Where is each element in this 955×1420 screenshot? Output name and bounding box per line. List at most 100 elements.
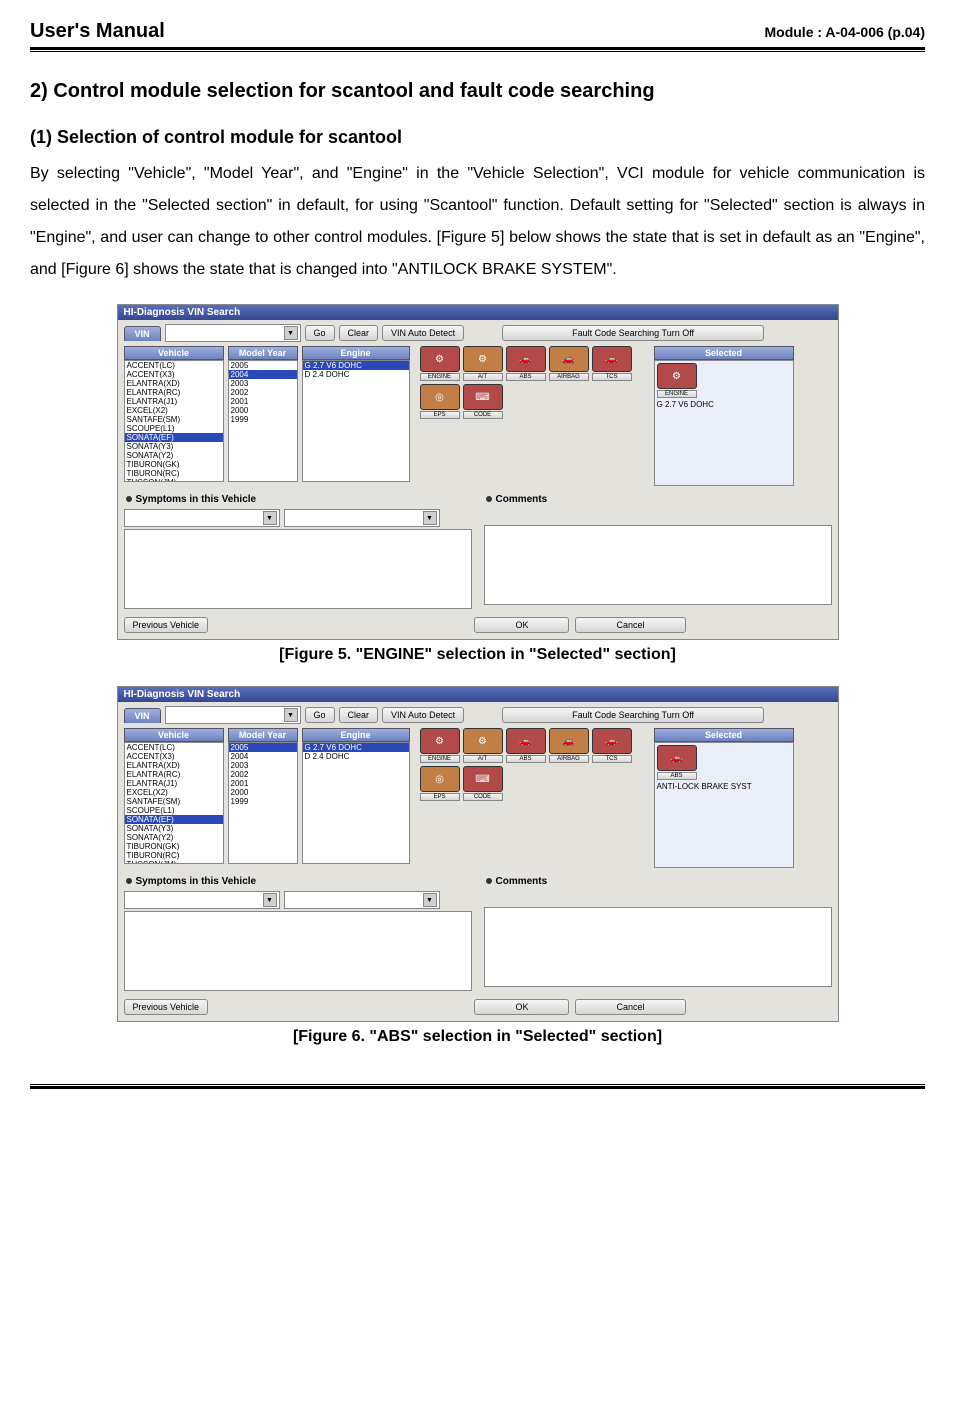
clear-button[interactable]: Clear [339,707,379,723]
list-item[interactable]: G 2.7 V6 DOHC [303,743,409,752]
vin-combo[interactable]: ▼ [165,706,301,724]
module-icon-at[interactable]: ⚙A/T [463,728,503,763]
list-item[interactable]: TIBURON(RC) [125,469,223,478]
list-item[interactable]: ACCENT(LC) [125,361,223,370]
cancel-button[interactable]: Cancel [575,999,685,1015]
abs-icon: 🚗 [506,728,546,754]
list-item[interactable]: EXCEL(X2) [125,788,223,797]
header-rule [30,47,925,52]
symptoms-combo-2[interactable]: ▼ [284,891,440,909]
go-button[interactable]: Go [305,325,335,341]
module-icon-grid: ⚙ENGINE⚙A/T🚗ABS🚗AIRBAG🚗TCS ◎EPS⌨CODE [414,346,650,419]
module-icon-abs[interactable]: 🚗ABS [506,346,546,381]
module-icon-eps[interactable]: ◎EPS [420,384,460,419]
comments-textarea[interactable] [484,907,832,987]
list-item[interactable]: EXCEL(X2) [125,406,223,415]
vin-combo[interactable]: ▼ [165,324,301,342]
year-listbox[interactable]: 2005200420032002200120001999 [228,742,298,864]
list-item[interactable]: 2000 [229,406,297,415]
list-item[interactable]: TUCSON(JM) [125,478,223,482]
module-icon-eps[interactable]: ◎EPS [420,766,460,801]
module-icon-tcs[interactable]: 🚗TCS [592,728,632,763]
fault-code-banner-button[interactable]: Fault Code Searching Turn Off [502,707,764,723]
list-item[interactable]: 2001 [229,397,297,406]
symptoms-combo-2[interactable]: ▼ [284,509,440,527]
list-item[interactable]: 2003 [229,379,297,388]
list-item[interactable]: 2002 [229,770,297,779]
list-item[interactable]: TIBURON(GK) [125,842,223,851]
vin-tab[interactable]: VIN [124,326,161,341]
module-icon-code[interactable]: ⌨CODE [463,766,503,801]
list-item[interactable]: TIBURON(RC) [125,851,223,860]
list-item[interactable]: SANTAFE(SM) [125,415,223,424]
list-item[interactable]: 2005 [229,743,297,752]
at-icon: ⚙ [463,346,503,372]
list-item[interactable]: SONATA(Y3) [125,824,223,833]
list-item[interactable]: 1999 [229,415,297,424]
list-item[interactable]: 2000 [229,788,297,797]
list-item[interactable]: 2003 [229,761,297,770]
list-item[interactable]: ELANTRA(J1) [125,779,223,788]
module-icon-engine[interactable]: ⚙ENGINE [420,728,460,763]
engine-listbox[interactable]: G 2.7 V6 DOHCD 2.4 DOHC [302,742,410,864]
list-item[interactable]: 2002 [229,388,297,397]
list-item[interactable]: 1999 [229,797,297,806]
at-icon: ⚙ [463,728,503,754]
list-item[interactable]: D 2.4 DOHC [303,752,409,761]
list-item[interactable]: ACCENT(LC) [125,743,223,752]
list-item[interactable]: SANTAFE(SM) [125,797,223,806]
vin-tab[interactable]: VIN [124,708,161,723]
list-item[interactable]: SCOUPE(L1) [125,806,223,815]
list-item[interactable]: 2004 [229,752,297,761]
symptoms-combo-1[interactable]: ▼ [124,891,280,909]
list-item[interactable]: D 2.4 DOHC [303,370,409,379]
list-item[interactable]: ACCENT(X3) [125,370,223,379]
list-item[interactable]: ELANTRA(RC) [125,388,223,397]
year-listbox[interactable]: 2005200420032002200120001999 [228,360,298,482]
vehicle-listbox[interactable]: ACCENT(LC)ACCENT(X3)ELANTRA(XD)ELANTRA(R… [124,742,224,864]
module-icon-code[interactable]: ⌨CODE [463,384,503,419]
list-item[interactable]: ELANTRA(XD) [125,761,223,770]
list-item[interactable]: SONATA(Y3) [125,442,223,451]
vin-auto-detect-button[interactable]: VIN Auto Detect [382,325,464,341]
symptoms-textarea[interactable] [124,911,472,991]
vin-auto-detect-button[interactable]: VIN Auto Detect [382,707,464,723]
engine-listbox[interactable]: G 2.7 V6 DOHCD 2.4 DOHC [302,360,410,482]
previous-vehicle-button[interactable]: Previous Vehicle [124,617,209,633]
list-item[interactable]: TUCSON(JM) [125,860,223,864]
list-item[interactable]: ELANTRA(XD) [125,379,223,388]
symptoms-textarea[interactable] [124,529,472,609]
module-icon-tcs[interactable]: 🚗TCS [592,346,632,381]
ok-button[interactable]: OK [474,617,569,633]
list-item[interactable]: 2001 [229,779,297,788]
list-item[interactable]: SONATA(EF) [125,433,223,442]
list-item[interactable]: ELANTRA(J1) [125,397,223,406]
list-item[interactable]: SONATA(Y2) [125,451,223,460]
clear-button[interactable]: Clear [339,325,379,341]
list-item[interactable]: 2004 [229,370,297,379]
list-item[interactable]: TIBURON(GK) [125,460,223,469]
chevron-down-icon: ▼ [284,326,298,340]
selected-text: G 2.7 V6 DOHC [657,398,791,409]
fault-code-banner-button[interactable]: Fault Code Searching Turn Off [502,325,764,341]
module-icon-airbag[interactable]: 🚗AIRBAG [549,728,589,763]
module-icon-engine[interactable]: ⚙ENGINE [420,346,460,381]
module-icon-at[interactable]: ⚙A/T [463,346,503,381]
list-item[interactable]: ELANTRA(RC) [125,770,223,779]
list-item[interactable]: G 2.7 V6 DOHC [303,361,409,370]
selected-column-header: Selected [654,728,794,742]
list-item[interactable]: ACCENT(X3) [125,752,223,761]
comments-textarea[interactable] [484,525,832,605]
module-icon-abs[interactable]: 🚗ABS [506,728,546,763]
list-item[interactable]: SONATA(Y2) [125,833,223,842]
list-item[interactable]: SCOUPE(L1) [125,424,223,433]
cancel-button[interactable]: Cancel [575,617,685,633]
ok-button[interactable]: OK [474,999,569,1015]
go-button[interactable]: Go [305,707,335,723]
module-icon-airbag[interactable]: 🚗AIRBAG [549,346,589,381]
list-item[interactable]: 2005 [229,361,297,370]
previous-vehicle-button[interactable]: Previous Vehicle [124,999,209,1015]
vehicle-listbox[interactable]: ACCENT(LC)ACCENT(X3)ELANTRA(XD)ELANTRA(R… [124,360,224,482]
list-item[interactable]: SONATA(EF) [125,815,223,824]
symptoms-combo-1[interactable]: ▼ [124,509,280,527]
